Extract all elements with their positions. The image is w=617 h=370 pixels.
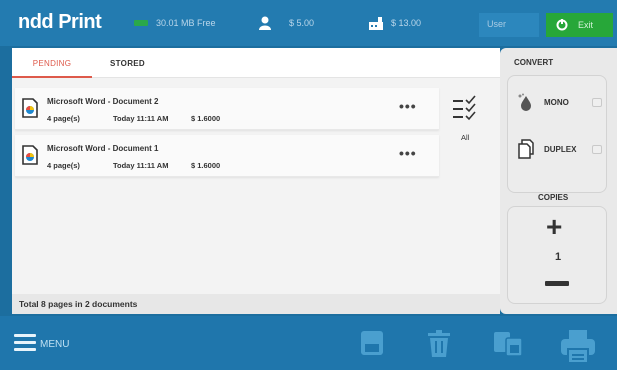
job-list-panel: PENDING STORED Microsoft Word - Document… xyxy=(12,48,500,314)
job-item[interactable]: Microsoft Word - Document 2 4 page(s) To… xyxy=(15,88,439,130)
job-title: Microsoft Word - Document 2 xyxy=(47,97,159,106)
mono-option[interactable]: MONO xyxy=(516,87,606,117)
tab-pending[interactable]: PENDING xyxy=(12,48,92,78)
storage-indicator: 30.01 MB Free xyxy=(134,0,216,46)
print-icon[interactable] xyxy=(560,330,596,364)
job-title: Microsoft Word - Document 1 xyxy=(47,144,159,153)
job-cost: $ 1.6000 xyxy=(191,161,221,170)
document-icon xyxy=(22,98,38,118)
power-icon xyxy=(556,19,568,31)
decrease-copies-button[interactable] xyxy=(545,281,569,286)
duplex-label: DUPLEX xyxy=(544,144,577,154)
job-time: Today 11:11 AM xyxy=(113,161,169,170)
user-balance-text: $ 5.00 xyxy=(289,18,315,28)
checklist-icon xyxy=(453,95,476,121)
select-all-label: All xyxy=(461,133,470,142)
mono-label: MONO xyxy=(544,97,569,107)
copies-title: COPIES xyxy=(538,193,569,202)
user-icon xyxy=(259,16,271,30)
increase-copies-button[interactable]: + xyxy=(546,213,562,241)
job-item[interactable]: Microsoft Word - Document 1 4 page(s) To… xyxy=(15,135,439,177)
copies-value: 1 xyxy=(554,251,562,263)
trash-icon[interactable] xyxy=(428,330,450,358)
job-pages: 4 page(s) xyxy=(47,114,80,123)
more-options-icon[interactable]: ••• xyxy=(399,98,417,114)
job-time: Today 11:11 AM xyxy=(113,114,169,123)
bottom-toolbar: MENU xyxy=(0,316,617,370)
storage-free-text: 30.01 MB Free xyxy=(156,18,216,28)
tab-bar: PENDING STORED xyxy=(12,48,500,78)
duplex-option[interactable]: DUPLEX xyxy=(516,134,606,164)
exit-button[interactable]: Exit xyxy=(546,13,613,37)
document-icon xyxy=(22,145,38,165)
move-to-stored-icon[interactable] xyxy=(494,330,524,358)
more-options-icon[interactable]: ••• xyxy=(399,145,417,161)
building-icon xyxy=(369,17,383,30)
hamburger-icon xyxy=(14,334,36,355)
user-button[interactable]: User xyxy=(479,13,539,37)
save-icon[interactable] xyxy=(360,330,384,356)
quota-balance: $ 13.00 xyxy=(369,0,421,46)
user-balance: $ 5.00 xyxy=(259,0,314,46)
menu-button[interactable]: MENU xyxy=(14,334,69,355)
convert-title: CONVERT xyxy=(514,58,554,67)
menu-label: MENU xyxy=(40,339,70,350)
select-all-button[interactable]: All xyxy=(453,95,483,145)
summary-bar: Total 8 pages in 2 documents xyxy=(12,294,500,314)
ink-drop-icon xyxy=(516,93,536,111)
duplex-pages-icon xyxy=(516,139,536,159)
header-bar: ndd Print 30.01 MB Free $ 5.00 $ 13.00 U… xyxy=(0,0,617,46)
app-logo: ndd Print xyxy=(18,11,102,33)
convert-group: MONO DUPLEX xyxy=(507,75,607,193)
exit-label: Exit xyxy=(578,20,594,30)
tab-stored[interactable]: STORED xyxy=(110,48,145,78)
duplex-checkbox[interactable] xyxy=(592,145,602,154)
storage-icon xyxy=(134,20,148,26)
copies-stepper: + 1 xyxy=(507,206,607,304)
job-pages: 4 page(s) xyxy=(47,161,80,170)
job-cost: $ 1.6000 xyxy=(191,114,221,123)
options-panel: CONVERT MONO DUPLEX COPIES + 1 xyxy=(500,48,617,314)
mono-checkbox[interactable] xyxy=(592,98,602,107)
quota-balance-text: $ 13.00 xyxy=(391,18,422,28)
